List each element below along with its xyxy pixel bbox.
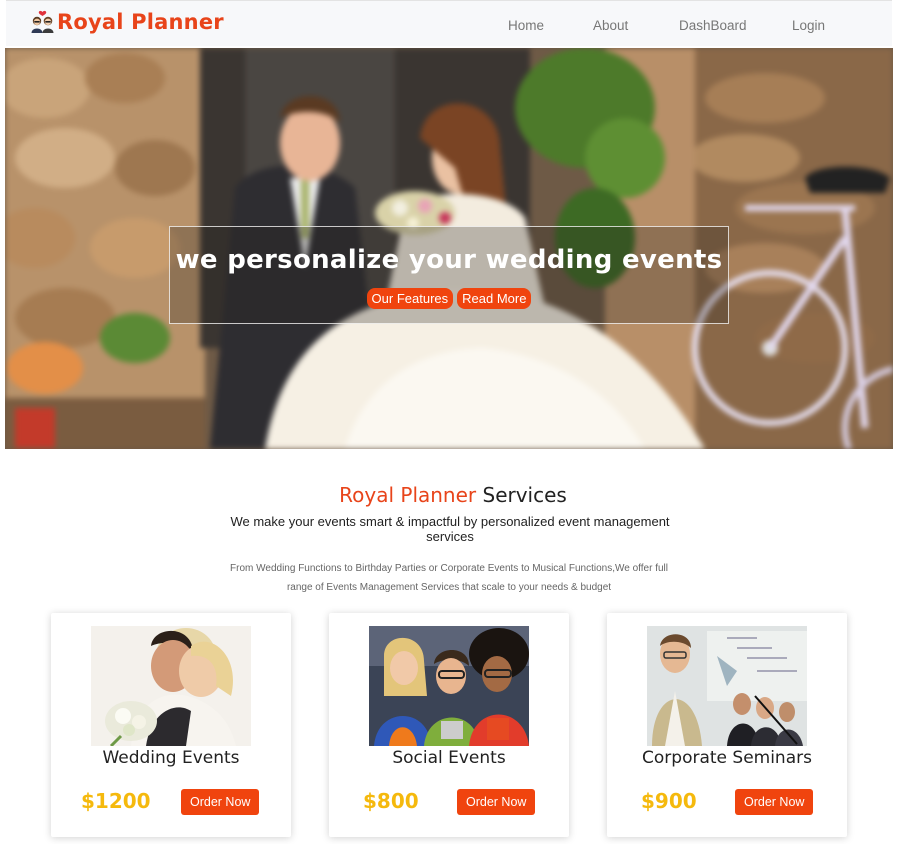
card-price: $800	[363, 789, 419, 813]
services-heading-rest: Services	[476, 483, 567, 507]
hero-buttons: Our Features Read More	[170, 288, 728, 309]
service-card-corporate: Corporate Seminars $900 Order Now	[607, 613, 847, 837]
services-heading: Royal Planner Services	[0, 483, 906, 507]
services-subtitle: We make your events smart & impactful by…	[230, 514, 670, 544]
card-title: Social Events	[392, 748, 506, 768]
corporate-seminar-image	[647, 626, 807, 746]
order-now-button[interactable]: Order Now	[735, 789, 814, 815]
navbar: Royal Planner Home About DashBoard Login	[6, 0, 892, 46]
services-heading-brand: Royal Planner	[339, 483, 477, 507]
hero-banner: we personalize your wedding events Our F…	[5, 48, 893, 449]
card-price: $900	[641, 789, 697, 813]
our-features-button[interactable]: Our Features	[366, 288, 454, 309]
nav-dashboard-link[interactable]: DashBoard	[679, 18, 747, 33]
services-description: From Wedding Functions to Birthday Parti…	[230, 563, 668, 593]
read-more-button[interactable]: Read More	[457, 288, 532, 309]
service-card-wedding: Wedding Events $1200 Order Now	[51, 613, 291, 837]
card-price: $1200	[81, 789, 151, 813]
hero-title: we personalize your wedding events	[175, 245, 723, 275]
hero-caption-box: we personalize your wedding events Our F…	[169, 226, 729, 324]
card-title: Wedding Events	[102, 748, 240, 768]
social-friends-image	[369, 626, 529, 746]
order-now-button[interactable]: Order Now	[457, 789, 536, 815]
service-card-social: Social Events $800 Order Now	[329, 613, 569, 837]
wedding-couple-image	[91, 626, 251, 746]
card-title: Corporate Seminars	[642, 748, 812, 768]
order-now-button[interactable]: Order Now	[181, 789, 260, 815]
nav-login-link[interactable]: Login	[792, 18, 825, 33]
nav-links: Home About DashBoard Login	[6, 18, 892, 36]
nav-home-link[interactable]: Home	[508, 18, 544, 33]
nav-about-link[interactable]: About	[593, 18, 628, 33]
